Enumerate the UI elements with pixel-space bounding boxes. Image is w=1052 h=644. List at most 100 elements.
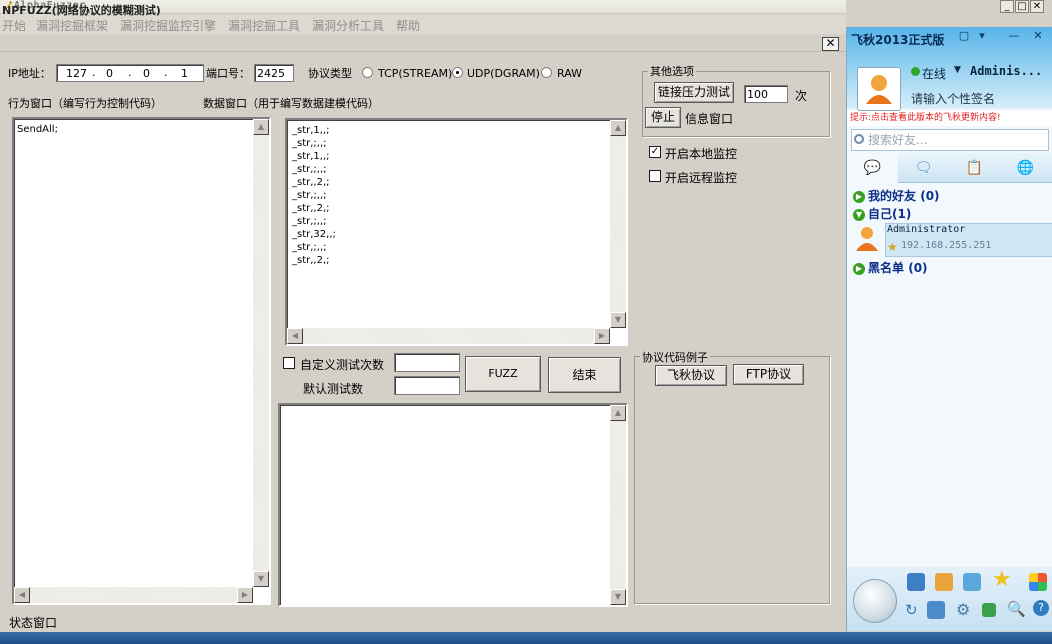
chat-panel: 飞秋2013正式版 ▢ ▾ — ✕ 在线 ▼ Adminis... 请输入个性签… <box>846 27 1052 631</box>
star-icon: ★ <box>887 240 898 254</box>
radio-raw[interactable] <box>541 67 552 78</box>
end-button[interactable]: 结束 <box>548 357 621 393</box>
stop-button[interactable]: 停止 <box>645 107 681 128</box>
ip-octet-1: 127 <box>66 67 87 80</box>
friend-search-input[interactable]: 搜索好友... <box>851 129 1049 151</box>
protocol-examples-title: 协议代码例子 <box>640 349 710 365</box>
info-output-area[interactable]: ▲ ▼ <box>278 403 628 607</box>
behavior-code: SendAll; <box>17 124 58 135</box>
maximize-button[interactable]: □ <box>1015 0 1029 13</box>
menu-analysis-tools[interactable]: 漏洞分析工具 <box>312 17 384 34</box>
scroll-up-arrow-icon[interactable]: ▲ <box>610 405 626 421</box>
port-label: 端口号： <box>206 67 250 80</box>
status-text[interactable]: 在线 <box>922 65 946 82</box>
tab-groups-icon[interactable]: 🗨 <box>898 153 949 183</box>
group-my-friends[interactable]: ▶ 我的好友 (0) <box>853 187 940 205</box>
help-icon[interactable]: ? <box>1033 600 1049 616</box>
contacts-icon[interactable] <box>927 601 945 619</box>
scroll-down-arrow-icon[interactable]: ▼ <box>610 589 626 605</box>
data-editor[interactable]: _str,1,,; _str,;,,; _str,1,,; _str,;,,; … <box>285 118 628 346</box>
apps-grid-icon[interactable] <box>1029 573 1047 591</box>
feiqiu-protocol-button[interactable]: 飞秋协议 <box>655 365 727 386</box>
fuzz-button[interactable]: FUZZ <box>465 356 541 392</box>
port-input[interactable]: 2425 <box>254 64 294 82</box>
scroll-up-arrow-icon[interactable]: ▲ <box>253 119 269 135</box>
settings-gear-icon[interactable]: ⚙ <box>956 600 970 619</box>
subwindow-close-button[interactable]: ✕ <box>822 37 839 51</box>
behavior-editor[interactable]: SendAll; ▲ ▼ ◀ ▶ <box>12 117 271 605</box>
custom-count-label: 自定义测试次数 <box>300 358 385 372</box>
scroll-down-arrow-icon[interactable]: ▼ <box>610 312 626 328</box>
chat-minimize-button[interactable]: — <box>1007 30 1021 42</box>
collapse-icon: ▼ <box>853 208 865 221</box>
menu-fuzz-tools[interactable]: 漏洞挖掘工具 <box>228 17 300 34</box>
group-count: (0) <box>908 261 928 275</box>
behavior-hscrollbar[interactable]: ◀ ▶ <box>14 587 253 603</box>
data-line: _str,;,,; <box>292 164 327 175</box>
contact-ip: 192.168.255.251 <box>901 240 992 251</box>
custom-count-input[interactable] <box>394 353 460 372</box>
chevron-down-icon[interactable]: ▼ <box>954 65 961 75</box>
minimize-button[interactable]: _ <box>1000 0 1014 13</box>
radio-tcp[interactable] <box>362 67 373 78</box>
info-vscrollbar[interactable]: ▲ ▼ <box>610 405 626 605</box>
signature-input[interactable]: 请输入个性签名 <box>911 90 995 107</box>
update-tip[interactable]: 提示:点击查看此版本的飞秋更新内容! <box>847 111 1052 126</box>
scroll-right-arrow-icon[interactable]: ▶ <box>594 328 610 344</box>
ftp-protocol-button[interactable]: FTP协议 <box>733 364 804 385</box>
stress-test-button[interactable]: 链接压力测试 <box>654 82 734 103</box>
user-avatar[interactable] <box>857 67 901 111</box>
ip-dot: . <box>92 66 96 79</box>
radio-udp[interactable] <box>452 67 463 78</box>
main-menu-orb-icon[interactable] <box>853 579 897 623</box>
search-icon <box>854 134 864 144</box>
data-vscrollbar[interactable]: ▲ ▼ <box>610 120 626 328</box>
users-icon[interactable] <box>963 573 981 591</box>
chat-shirt-icon[interactable]: ▾ <box>975 30 989 42</box>
remote-monitor-checkbox[interactable] <box>649 170 661 182</box>
menu-fuzz-framework[interactable]: 漏洞挖掘框架 <box>36 17 108 34</box>
menu-start[interactable]: 开始 <box>2 17 26 34</box>
refresh-icon[interactable]: ↻ <box>905 601 918 619</box>
scroll-left-arrow-icon[interactable]: ◀ <box>287 328 303 344</box>
chat-close-button[interactable]: ✕ <box>1031 30 1045 42</box>
add-contact-icon[interactable] <box>982 603 996 617</box>
chat-title: 飞秋2013正式版 <box>851 33 945 47</box>
custom-count-checkbox[interactable] <box>283 357 295 369</box>
group-blacklist[interactable]: ▶ 黑名单 (0) <box>853 259 928 277</box>
tab-recent-icon[interactable]: 📋 <box>949 153 1000 183</box>
scroll-left-arrow-icon[interactable]: ◀ <box>14 587 30 603</box>
tab-web-icon[interactable]: 🌐 <box>1000 153 1051 183</box>
folder-icon[interactable] <box>935 573 953 591</box>
scroll-down-arrow-icon[interactable]: ▼ <box>253 571 269 587</box>
info-window-label: 信息窗口 <box>685 112 734 126</box>
calendar-icon[interactable] <box>907 573 925 591</box>
menu-monitor-engine[interactable]: 漏洞挖掘监控引擎 <box>120 17 216 34</box>
local-monitor-checkbox[interactable]: ✓ <box>649 146 661 158</box>
data-hscrollbar[interactable]: ◀ ▶ <box>287 328 610 344</box>
local-monitor-label: 开启本地监控 <box>665 147 738 161</box>
default-count-input[interactable] <box>394 376 460 395</box>
favorites-star-icon[interactable]: ★ <box>992 567 1012 592</box>
search-tool-icon[interactable]: 🔍 <box>1007 600 1026 618</box>
menu-help[interactable]: 帮助 <box>396 17 420 34</box>
data-window-label: 数据窗口（用于编写数据建模代码） <box>203 97 379 110</box>
protocol-examples-group <box>634 356 830 604</box>
group-self[interactable]: ▼ 自己(1) <box>853 205 911 223</box>
ip-dot: . <box>164 66 168 79</box>
tab-contacts-icon[interactable]: 💬 <box>847 153 898 183</box>
close-button[interactable]: ✕ <box>1030 0 1044 13</box>
contact-name: Administrator <box>887 224 966 235</box>
data-line: _str,,2,; <box>292 255 330 266</box>
stress-count-input[interactable]: 100 <box>744 85 788 103</box>
data-code: _str,1,,; _str,;,,; _str,1,,; _str,;,,; … <box>292 124 336 267</box>
group-name: 黑名单 <box>868 261 905 275</box>
radio-raw-label: RAW <box>557 67 582 80</box>
behavior-vscrollbar[interactable]: ▲ ▼ <box>253 119 269 587</box>
scroll-right-arrow-icon[interactable]: ▶ <box>237 587 253 603</box>
chat-skin-icon[interactable]: ▢ <box>957 30 971 42</box>
scroll-up-arrow-icon[interactable]: ▲ <box>610 120 626 136</box>
radio-tcp-label: TCP(STREAM) <box>378 67 453 80</box>
default-count-label: 默认测试数 <box>303 382 364 396</box>
radio-udp-label: UDP(DGRAM) <box>467 67 540 80</box>
